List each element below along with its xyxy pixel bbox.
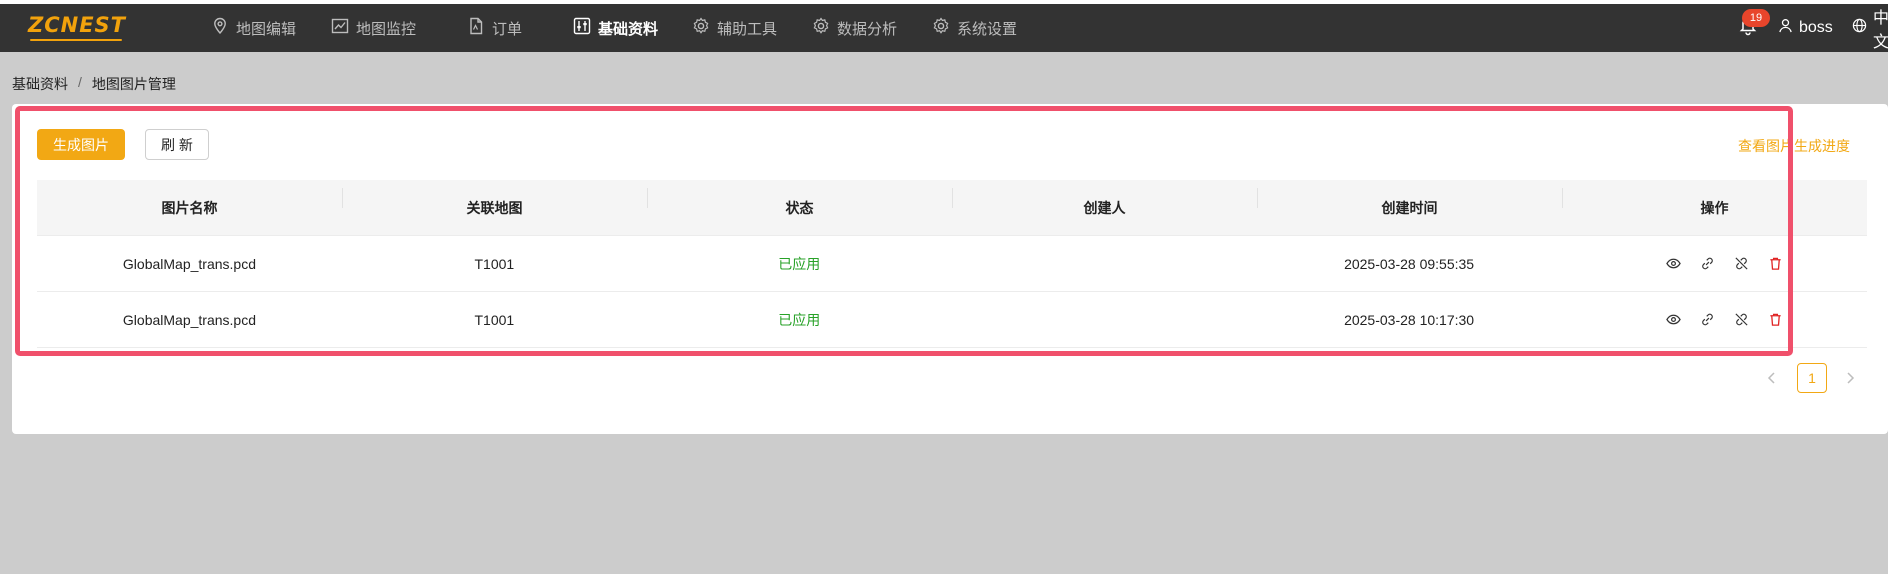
map-pin-icon bbox=[211, 17, 229, 39]
view-icon[interactable] bbox=[1664, 254, 1683, 273]
unlink-icon[interactable] bbox=[1732, 310, 1751, 329]
globe-icon bbox=[1852, 18, 1867, 38]
breadcrumb: 基础资料 / 地图图片管理 bbox=[12, 74, 176, 94]
cell-image-name: GlobalMap_trans.pcd bbox=[122, 311, 256, 328]
breadcrumb-current: 地图图片管理 bbox=[91, 76, 176, 92]
breadcrumb-root[interactable]: 基础资料 bbox=[12, 74, 68, 94]
nav-item-label: 数据分析 bbox=[837, 20, 898, 38]
user-menu[interactable]: boss bbox=[1778, 4, 1833, 52]
cell-status: 已应用 bbox=[778, 255, 821, 272]
top-navbar: ZCNEST 地图编辑 地图监控 订单 基础资料 辅助工具 数据分析 系统设置 bbox=[0, 4, 1888, 52]
sliders-icon bbox=[573, 17, 591, 39]
line-chart-icon bbox=[331, 17, 349, 39]
nav-item-data-analysis[interactable]: 数据分析 bbox=[812, 4, 897, 52]
breadcrumb-separator: / bbox=[78, 74, 82, 90]
cell-image-name: GlobalMap_trans.pcd bbox=[122, 255, 256, 272]
delete-icon[interactable] bbox=[1766, 254, 1785, 273]
document-icon bbox=[467, 17, 485, 39]
refresh-button[interactable]: 刷 新 bbox=[145, 129, 209, 160]
username: boss bbox=[1799, 19, 1833, 36]
image-table: 图片名称 关联地图 状态 创建人 创建时间 操作 GlobalMap_trans… bbox=[37, 180, 1867, 348]
gear-icon bbox=[932, 17, 950, 39]
nav-item-aux-tools[interactable]: 辅助工具 bbox=[692, 4, 777, 52]
chevron-right-icon[interactable] bbox=[1840, 368, 1860, 388]
column-header-status: 状态 bbox=[647, 187, 952, 218]
table-header: 图片名称 关联地图 状态 创建人 创建时间 操作 bbox=[37, 180, 1867, 236]
cell-map: T1001 bbox=[474, 311, 515, 328]
cell-created-time: 2025-03-28 10:17:30 bbox=[1344, 311, 1475, 328]
gear-icon bbox=[692, 17, 710, 39]
unlink-icon[interactable] bbox=[1732, 254, 1751, 273]
column-header-name: 图片名称 bbox=[161, 199, 218, 216]
delete-icon[interactable] bbox=[1766, 310, 1785, 329]
cell-status: 已应用 bbox=[778, 311, 821, 328]
nav-item-label: 辅助工具 bbox=[717, 20, 778, 38]
cell-actions bbox=[1562, 310, 1867, 329]
view-progress-link[interactable]: 查看图片生成进度 bbox=[1738, 136, 1850, 156]
column-header-map: 关联地图 bbox=[342, 187, 647, 218]
user-icon bbox=[1778, 18, 1793, 38]
logo-text: ZCNEST bbox=[28, 13, 127, 37]
nav-item-label: 地图监控 bbox=[356, 20, 417, 38]
link-icon[interactable] bbox=[1698, 310, 1717, 329]
gear-icon bbox=[812, 17, 830, 39]
table-row: GlobalMap_trans.pcd T1001 已应用 2025-03-28… bbox=[37, 236, 1867, 292]
cell-actions bbox=[1562, 254, 1867, 273]
generate-image-button[interactable]: 生成图片 bbox=[37, 129, 125, 160]
column-header-actions: 操作 bbox=[1562, 187, 1867, 218]
column-header-creator: 创建人 bbox=[952, 187, 1257, 218]
cell-map: T1001 bbox=[474, 255, 515, 272]
table-row: GlobalMap_trans.pcd T1001 已应用 2025-03-28… bbox=[37, 292, 1867, 348]
nav-item-system-settings[interactable]: 系统设置 bbox=[932, 4, 1017, 52]
pagination-page[interactable]: 1 bbox=[1797, 363, 1827, 393]
link-icon[interactable] bbox=[1698, 254, 1717, 273]
language-switcher[interactable]: 中文 bbox=[1852, 4, 1888, 52]
nav-item-label: 订单 bbox=[492, 20, 523, 38]
cell-created-time: 2025-03-28 09:55:35 bbox=[1344, 255, 1475, 272]
nav-item-orders[interactable]: 订单 bbox=[467, 4, 522, 52]
nav-item-label: 系统设置 bbox=[957, 20, 1018, 38]
notification-badge: 19 bbox=[1742, 9, 1770, 27]
nav-item-label: 基础资料 bbox=[598, 20, 659, 38]
view-icon[interactable] bbox=[1664, 310, 1683, 329]
chevron-left-icon[interactable] bbox=[1762, 368, 1782, 388]
column-header-created-time: 创建时间 bbox=[1257, 187, 1562, 218]
language-label: 中文 bbox=[1873, 10, 1888, 51]
nav-item-basic-data[interactable]: 基础资料 bbox=[573, 4, 658, 52]
logo-underline bbox=[30, 39, 122, 41]
nav-item-label: 地图编辑 bbox=[236, 20, 297, 38]
nav-item-map-edit[interactable]: 地图编辑 bbox=[211, 4, 296, 52]
logo[interactable]: ZCNEST bbox=[28, 14, 128, 44]
nav-item-map-monitor[interactable]: 地图监控 bbox=[331, 4, 416, 52]
